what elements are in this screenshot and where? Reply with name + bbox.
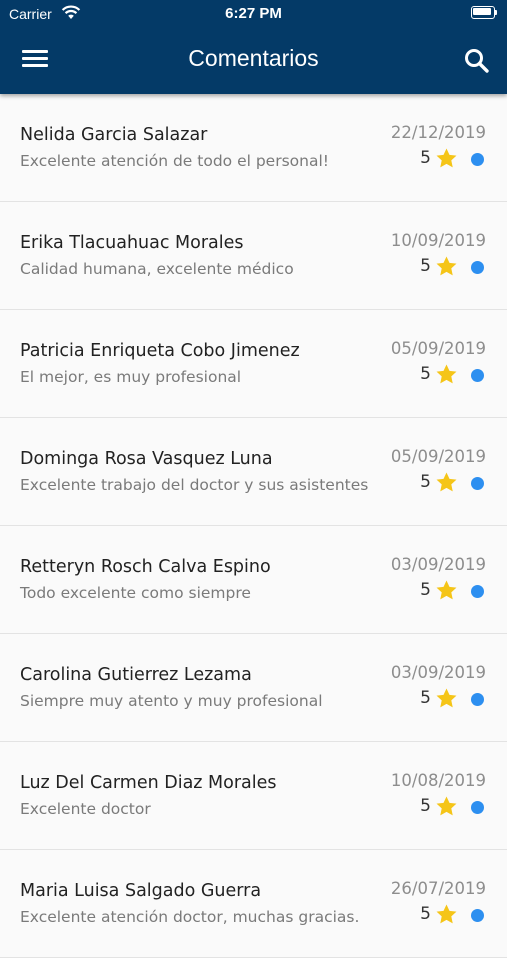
rating-value: 5 bbox=[420, 796, 431, 816]
comment-row[interactable]: Erika Tlacuahuac Morales Calidad humana,… bbox=[0, 202, 507, 310]
search-icon[interactable] bbox=[463, 47, 491, 75]
comment-text: Todo excelente como siempre bbox=[20, 584, 251, 602]
rating-group: 5 bbox=[394, 471, 484, 495]
comment-date: 26/07/2019 bbox=[390, 879, 486, 898]
comment-text: El mejor, es muy profesional bbox=[20, 368, 242, 386]
unread-dot-icon bbox=[471, 909, 484, 922]
rating-value: 5 bbox=[420, 904, 431, 924]
unread-dot-icon bbox=[471, 585, 484, 598]
status-time: 6:27 PM bbox=[225, 5, 282, 22]
comment-text: Excelente trabajo del doctor y sus asist… bbox=[20, 476, 369, 494]
comment-text: Excelente atención doctor, muchas gracia… bbox=[20, 908, 360, 926]
unread-dot-icon bbox=[471, 801, 484, 814]
rating-value: 5 bbox=[420, 472, 431, 492]
comment-row[interactable]: Nelida Garcia Salazar Excelente atención… bbox=[0, 94, 507, 202]
commenter-name: Retteryn Rosch Calva Espino bbox=[20, 557, 271, 577]
star-icon bbox=[435, 147, 458, 170]
comment-row[interactable]: Carolina Gutierrez Lezama Siempre muy at… bbox=[0, 634, 507, 742]
status-bar: Carrier 6:27 PM bbox=[0, 0, 507, 28]
star-icon bbox=[435, 471, 458, 494]
rating-group: 5 bbox=[394, 255, 484, 279]
commenter-name: Nelida Garcia Salazar bbox=[20, 125, 208, 145]
rating-group: 5 bbox=[394, 579, 484, 603]
commenter-name: Maria Luisa Salgado Guerra bbox=[20, 881, 262, 901]
rating-group: 5 bbox=[394, 147, 484, 171]
star-icon bbox=[435, 903, 458, 926]
unread-dot-icon bbox=[471, 477, 484, 490]
comment-date: 05/09/2019 bbox=[390, 339, 486, 358]
commenter-name: Patricia Enriqueta Cobo Jimenez bbox=[20, 341, 300, 361]
comment-date: 10/09/2019 bbox=[390, 231, 486, 250]
app-bar: Comentarios bbox=[0, 28, 507, 94]
comment-date: 22/12/2019 bbox=[390, 123, 486, 142]
rating-value: 5 bbox=[420, 148, 431, 168]
rating-group: 5 bbox=[394, 687, 484, 711]
comment-text: Excelente doctor bbox=[20, 800, 151, 818]
unread-dot-icon bbox=[471, 261, 484, 274]
comment-date: 05/09/2019 bbox=[390, 447, 486, 466]
comment-date: 03/09/2019 bbox=[390, 663, 486, 682]
star-icon bbox=[435, 255, 458, 278]
comment-text: Siempre muy atento y muy profesional bbox=[20, 692, 323, 710]
star-icon bbox=[435, 687, 458, 710]
rating-value: 5 bbox=[420, 688, 431, 708]
star-icon bbox=[435, 363, 458, 386]
commenter-name: Erika Tlacuahuac Morales bbox=[20, 233, 244, 253]
comment-row[interactable]: Patricia Enriqueta Cobo Jimenez El mejor… bbox=[0, 310, 507, 418]
commenter-name: Carolina Gutierrez Lezama bbox=[20, 665, 252, 685]
comment-text: Excelente atención de todo el personal! bbox=[20, 152, 329, 170]
comments-list: Nelida Garcia Salazar Excelente atención… bbox=[0, 94, 507, 958]
comment-row[interactable]: Luz Del Carmen Diaz Morales Excelente do… bbox=[0, 742, 507, 850]
rating-group: 5 bbox=[394, 903, 484, 927]
page-title: Comentarios bbox=[188, 45, 319, 71]
top-bar: Carrier 6:27 PM Comentarios bbox=[0, 0, 507, 94]
comment-date: 10/08/2019 bbox=[390, 771, 486, 790]
rating-group: 5 bbox=[394, 363, 484, 387]
rating-group: 5 bbox=[394, 795, 484, 819]
comment-text: Calidad humana, excelente médico bbox=[20, 260, 294, 278]
rating-value: 5 bbox=[420, 364, 431, 384]
comment-row[interactable]: Dominga Rosa Vasquez Luna Excelente trab… bbox=[0, 418, 507, 526]
rating-value: 5 bbox=[420, 580, 431, 600]
unread-dot-icon bbox=[471, 153, 484, 166]
unread-dot-icon bbox=[471, 369, 484, 382]
comment-row[interactable]: Retteryn Rosch Calva Espino Todo excelen… bbox=[0, 526, 507, 634]
comment-row[interactable]: Maria Luisa Salgado Guerra Excelente ate… bbox=[0, 850, 507, 958]
rating-value: 5 bbox=[420, 256, 431, 276]
star-icon bbox=[435, 795, 458, 818]
battery-icon bbox=[471, 6, 497, 19]
comment-date: 03/09/2019 bbox=[390, 555, 486, 574]
commenter-name: Dominga Rosa Vasquez Luna bbox=[20, 449, 273, 469]
star-icon bbox=[435, 579, 458, 602]
unread-dot-icon bbox=[471, 693, 484, 706]
commenter-name: Luz Del Carmen Diaz Morales bbox=[20, 773, 277, 793]
